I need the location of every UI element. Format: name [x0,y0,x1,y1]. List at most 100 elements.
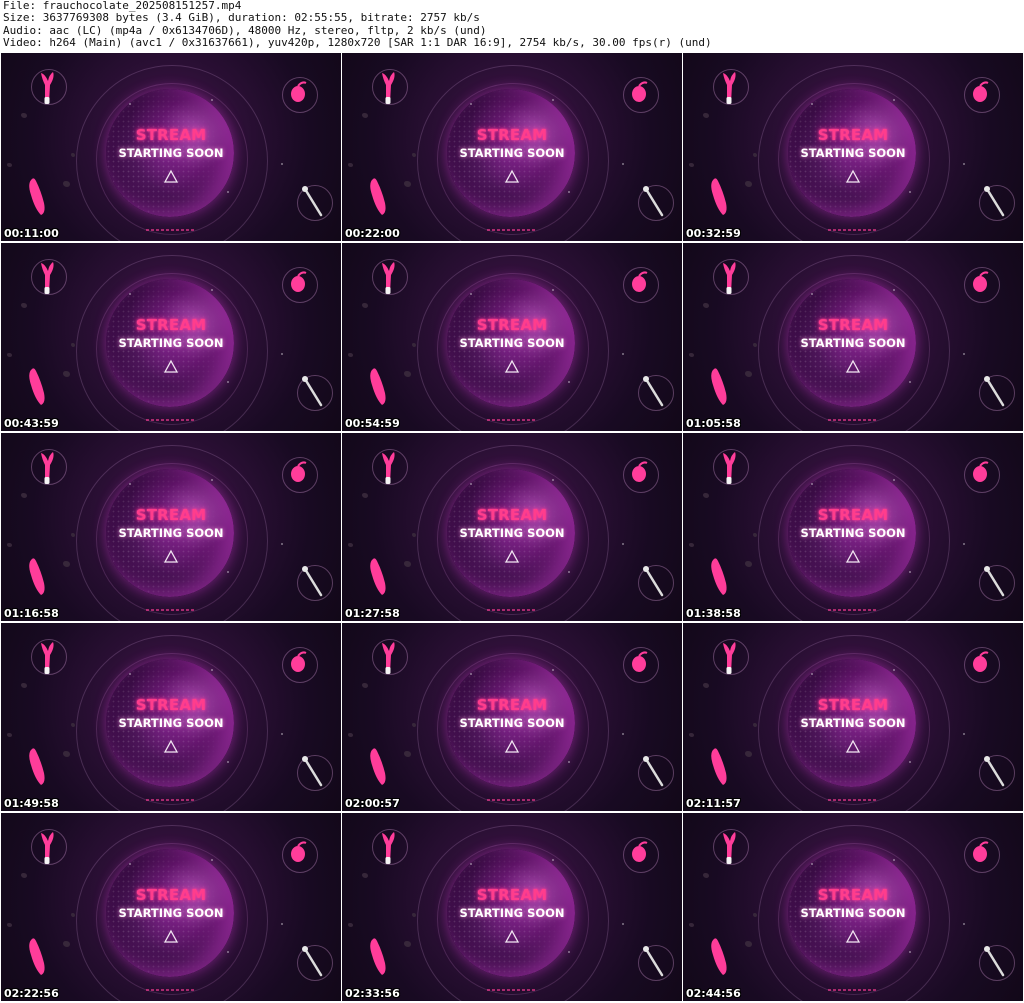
egg-vibrator-icon [291,81,307,102]
thumbnail-frame: STREAM STARTING SOON 00:11:00 [1,53,341,241]
rabbit-vibrator-icon [382,262,395,294]
starting-soon-subtitle: STARTING SOON [118,146,224,160]
wand-massager-icon [302,566,323,597]
progress-dash-line [487,799,537,801]
debris [404,751,411,757]
play-triangle-icon [504,929,520,943]
sparkle [893,669,895,671]
debris [412,343,416,347]
sparkle [909,951,911,953]
debris [689,353,694,357]
debris [71,723,75,727]
curved-vibrator-icon [711,558,727,595]
stream-title: STREAM [476,126,548,144]
wand-massager-icon [984,186,1005,217]
progress-dash-line [146,799,196,801]
curved-vibrator-icon [29,178,45,215]
debris [63,941,70,947]
debris [412,533,416,537]
play-triangle-icon [845,169,861,183]
play-triangle-icon [845,929,861,943]
sparkle [211,859,213,861]
debris [753,723,757,727]
debris [21,303,27,308]
curved-vibrator-icon [711,178,727,215]
sparkle [568,571,570,573]
thumbnail-timestamp: 01:38:58 [686,607,741,620]
file-info-header: File: frauchocolate_202508151257.mp4 Siz… [3,0,1021,52]
sparkle [470,863,472,865]
debris [7,163,12,167]
sparkle [281,733,283,735]
file-size-duration: Size: 3637769308 bytes (3.4 GiB), durati… [3,11,480,25]
sparkle [552,99,554,101]
sparkle [811,103,813,105]
sparkle [470,293,472,295]
debris [362,873,368,878]
progress-dash-line [828,229,878,231]
curved-vibrator-icon [370,558,386,595]
sparkle [552,479,554,481]
egg-vibrator-icon [291,461,307,482]
starting-soon-subtitle: STARTING SOON [459,906,565,920]
debris [703,113,709,118]
sparkle [211,289,213,291]
play-triangle-icon [504,739,520,753]
play-triangle-icon [163,929,179,943]
rabbit-vibrator-icon [41,452,54,484]
starting-soon-subtitle: STARTING SOON [800,526,906,540]
sparkle [893,479,895,481]
progress-dash-line [146,229,196,231]
starting-soon-subtitle: STARTING SOON [118,906,224,920]
progress-dash-line [487,419,537,421]
sparkle [963,353,965,355]
debris [412,723,416,727]
egg-vibrator-icon [632,841,648,862]
wand-massager-icon [984,946,1005,977]
sparkle [963,543,965,545]
progress-dash-line [146,419,196,421]
wand-massager-icon [643,376,664,407]
thumbnail-frame: STREAM STARTING SOON 01:16:58 [1,433,341,621]
curved-vibrator-icon [370,938,386,975]
egg-vibrator-icon [632,271,648,292]
egg-vibrator-icon [973,461,989,482]
thumbnail-timestamp: 01:27:58 [345,607,400,620]
thumbnail-timestamp: 01:05:58 [686,417,741,430]
stream-title: STREAM [817,696,889,714]
debris [63,751,70,757]
egg-vibrator-icon [973,271,989,292]
progress-dash-line [487,989,537,991]
curved-vibrator-icon [711,938,727,975]
sparkle [227,951,229,953]
debris [71,533,75,537]
debris [412,913,416,917]
curved-vibrator-icon [370,178,386,215]
sparkle [470,483,472,485]
thumbnail-frame: STREAM STARTING SOON 01:38:58 [683,433,1023,621]
play-triangle-icon [163,169,179,183]
stream-title: STREAM [476,506,548,524]
egg-vibrator-icon [973,841,989,862]
rabbit-vibrator-icon [382,642,395,674]
thumbnail-frame: STREAM STARTING SOON 02:33:56 [342,813,682,1001]
progress-dash-line [146,989,196,991]
thumbnail-frame: STREAM STARTING SOON 01:27:58 [342,433,682,621]
thumbnail-timestamp: 00:32:59 [686,227,741,240]
starting-soon-subtitle: STARTING SOON [459,716,565,730]
curved-vibrator-icon [29,558,45,595]
debris [7,543,12,547]
debris [753,343,757,347]
stream-title: STREAM [135,696,207,714]
rabbit-vibrator-icon [723,832,736,864]
debris [753,533,757,537]
stream-title: STREAM [476,696,548,714]
curved-vibrator-icon [370,748,386,785]
sparkle [281,163,283,165]
debris [348,923,353,927]
sparkle [227,191,229,193]
starting-soon-subtitle: STARTING SOON [118,526,224,540]
curved-vibrator-icon [29,938,45,975]
rabbit-vibrator-icon [41,832,54,864]
debris [689,923,694,927]
